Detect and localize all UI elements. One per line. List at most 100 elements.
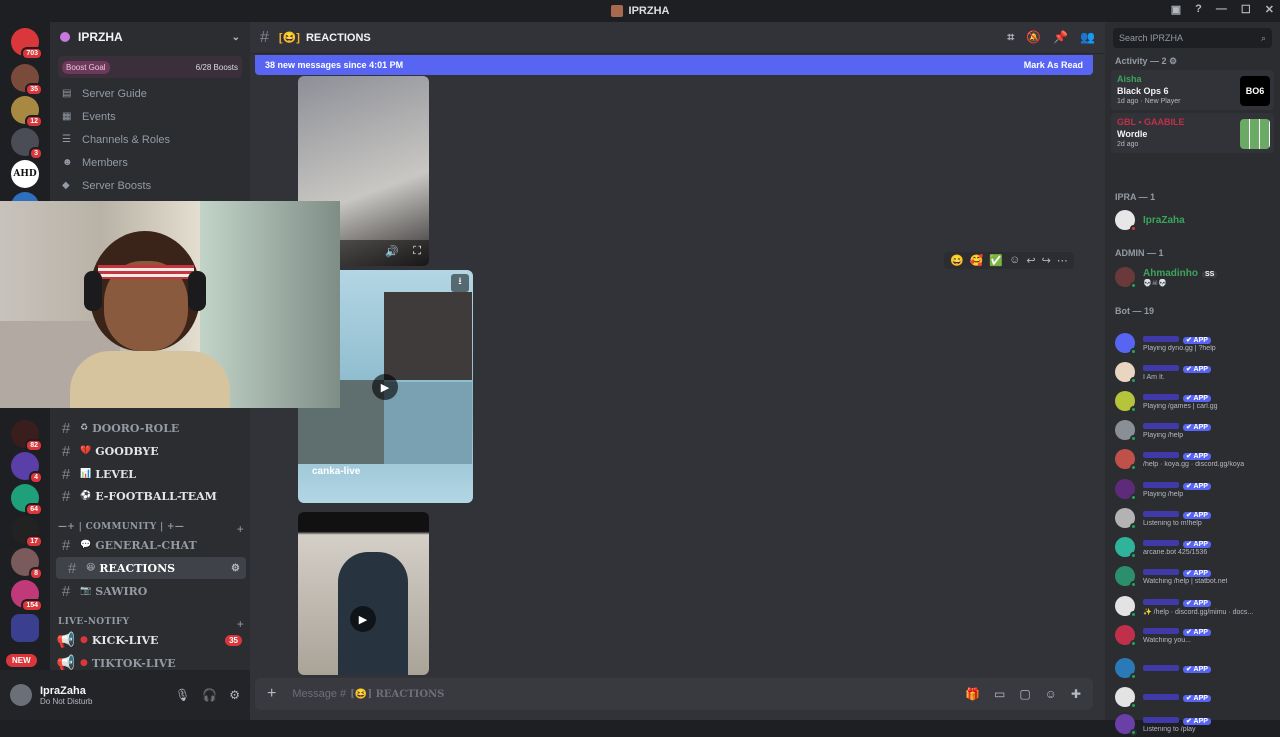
close-button[interactable]: ✕: [1265, 3, 1274, 16]
video-attachment[interactable]: ▶: [298, 512, 429, 675]
nav-events[interactable]: ▦ Events: [50, 105, 250, 128]
threads-icon[interactable]: ⌗: [1007, 30, 1014, 45]
member-activity: Playing /help: [1143, 432, 1184, 439]
nav-channels-roles[interactable]: ☰ Channels & Roles: [50, 128, 250, 151]
channel-dooro-role[interactable]: # ♻ DOORO-ROLE: [50, 417, 250, 439]
nav-server-guide[interactable]: ▤ Server Guide: [50, 82, 250, 105]
server-icon[interactable]: 12: [11, 96, 43, 128]
channel-level[interactable]: # 📊 LEVEL: [50, 463, 250, 485]
channel-e-football-team[interactable]: # ⚽ E-FOOTBALL-TEAM: [50, 485, 250, 507]
volume-icon[interactable]: 🔊: [385, 245, 399, 258]
reaction-laugh-icon[interactable]: 😄: [950, 254, 964, 267]
status-dot: [1130, 435, 1137, 442]
member-activity: Playing /help: [1143, 491, 1184, 498]
add-reaction-icon[interactable]: ☺: [1009, 254, 1020, 267]
settings-icon[interactable]: ⚙: [231, 563, 240, 574]
notification-bell-icon[interactable]: 🔕: [1026, 30, 1041, 45]
status-dot: [1130, 494, 1137, 501]
message-input[interactable]: Message #: [292, 688, 346, 700]
play-icon[interactable]: ▶: [350, 606, 376, 632]
maximize-button[interactable]: ☐: [1241, 3, 1251, 16]
add-attachment-icon[interactable]: +: [267, 685, 276, 703]
server-icon[interactable]: 8: [11, 548, 43, 580]
avatar[interactable]: [10, 684, 32, 706]
reaction-check-icon[interactable]: ✅: [989, 254, 1003, 267]
channel-emoji: ♻: [80, 423, 89, 433]
status-dot: [1130, 348, 1137, 355]
activity-card[interactable]: Aisha Black Ops 6 1d ago · New Player BO…: [1111, 70, 1274, 110]
member-item[interactable]: ✔ APP: [1115, 684, 1275, 710]
member-item[interactable]: ✔ APP Listening to /play: [1115, 711, 1275, 737]
help-icon[interactable]: ?: [1195, 3, 1202, 16]
member-item[interactable]: ✔ APP/help · koya.gg · discord.gg/koya: [1115, 446, 1275, 472]
minimize-button[interactable]: —: [1216, 3, 1227, 16]
mark-as-read-button[interactable]: Mark As Read: [1024, 60, 1083, 70]
fullscreen-icon[interactable]: ⛶: [413, 245, 421, 258]
search-input[interactable]: Search IPRZHA ⌕: [1113, 28, 1272, 48]
member-item[interactable]: ✔ APP: [1115, 655, 1275, 681]
member-item[interactable]: ✔ APP Watching you...: [1115, 622, 1275, 648]
apps-icon[interactable]: ✚: [1071, 687, 1081, 701]
mention-count: 35: [225, 634, 242, 646]
sticker-icon[interactable]: ▢: [1019, 687, 1030, 701]
microphone-icon[interactable]: 🎙: [175, 688, 190, 702]
server-folder[interactable]: [11, 614, 39, 642]
message-composer[interactable]: + Message # [😆] REACTIONS 🎁 ▭ ▢ ☺ ✚: [255, 678, 1093, 710]
server-icon[interactable]: 35: [11, 64, 43, 96]
server-icon[interactable]: 64: [11, 484, 43, 516]
channel-general-chat[interactable]: # 💬 GENERAL-CHAT: [50, 534, 250, 556]
server-icon[interactable]: 3: [11, 128, 43, 160]
direct-messages-button[interactable]: 703: [11, 28, 43, 60]
reply-icon[interactable]: ↩: [1026, 254, 1035, 267]
member-item[interactable]: ✔ APP Watching /help | statbot.net: [1115, 563, 1275, 589]
gif-icon[interactable]: ▭: [994, 687, 1005, 701]
new-messages-bar[interactable]: 38 new messages since 4:01 PM Mark As Re…: [255, 55, 1093, 75]
search-placeholder: Search IPRZHA: [1119, 33, 1184, 43]
more-icon[interactable]: ⋯: [1057, 254, 1068, 267]
member-item[interactable]: ✔ APP Playing dyno.gg | ?help: [1115, 330, 1275, 356]
server-icon[interactable]: 154: [11, 580, 43, 612]
headphone-graphic: [84, 271, 102, 311]
member-item[interactable]: ✔ APP Playing /help: [1115, 417, 1275, 443]
nav-server-boosts[interactable]: ◆ Server Boosts: [50, 174, 250, 197]
pin-icon[interactable]: 📌: [1053, 30, 1068, 45]
guide-icon: ▤: [62, 87, 72, 99]
avatar: [1115, 210, 1137, 232]
nav-members[interactable]: ☻ Members: [50, 151, 250, 174]
activity-card[interactable]: GBL • GAABILE Wordle 2d ago: [1111, 113, 1274, 153]
member-item[interactable]: ✔ APP I Am It.: [1115, 359, 1275, 385]
server-icon[interactable]: 4: [11, 452, 43, 484]
server-icon[interactable]: 17: [11, 516, 43, 548]
guild-header[interactable]: IPRZHA ⌄: [50, 22, 250, 52]
member-item[interactable]: ✔ APP Listening to m!help: [1115, 505, 1275, 531]
member-item[interactable]: IpraZaha: [1115, 207, 1275, 233]
calendar-icon: ▦: [62, 110, 72, 122]
member-item[interactable]: ✔ APP ✨ /help · discord.gg/mimu · docs...: [1115, 593, 1275, 619]
member-item[interactable]: Ahmadinho SS 💀☠💀: [1115, 264, 1275, 290]
gear-icon[interactable]: ⚙: [1169, 56, 1177, 66]
gear-icon[interactable]: ⚙: [229, 688, 240, 702]
play-icon[interactable]: ▶: [372, 374, 398, 400]
reaction-love-icon[interactable]: 🥰: [970, 254, 984, 267]
chat-area: # [😆] REACTIONS ⌗ 🔕 📌 👥 38 new messages …: [250, 22, 1105, 720]
webcam-overlay: [0, 201, 340, 408]
inbox-icon[interactable]: ▣: [1171, 3, 1181, 16]
channel-goodbye[interactable]: # 💔 GOODBYE: [50, 440, 250, 462]
gift-icon[interactable]: 🎁: [965, 687, 980, 701]
channel-reactions[interactable]: # 😆 REACTIONS ⚙: [56, 557, 246, 579]
emoji-icon[interactable]: ☺: [1045, 687, 1057, 701]
headphones-icon[interactable]: 🎧: [202, 688, 217, 702]
channel-emoji: 📷: [80, 586, 92, 596]
member-list-icon[interactable]: 👥: [1080, 30, 1095, 45]
channel-sawiro[interactable]: # 📷 SAWIRO: [50, 580, 250, 602]
server-icon[interactable]: AHD: [11, 160, 39, 188]
boost-goal[interactable]: Boost Goal 6/28 Boosts: [58, 56, 242, 78]
channel-name: REACTIONS: [99, 561, 176, 575]
download-icon[interactable]: ⭳: [451, 274, 469, 292]
forward-icon[interactable]: ↪: [1042, 254, 1051, 267]
member-item[interactable]: ✔ APP arcane.bot 425/1536: [1115, 534, 1275, 560]
member-item[interactable]: ✔ APP Playing /games | carl.gg: [1115, 388, 1275, 414]
channel-kick-live[interactable]: 📢 ● KICK-LIVE 35: [50, 629, 250, 651]
member-item[interactable]: ✔ APP Playing /help: [1115, 476, 1275, 502]
server-icon[interactable]: 82: [11, 420, 43, 452]
